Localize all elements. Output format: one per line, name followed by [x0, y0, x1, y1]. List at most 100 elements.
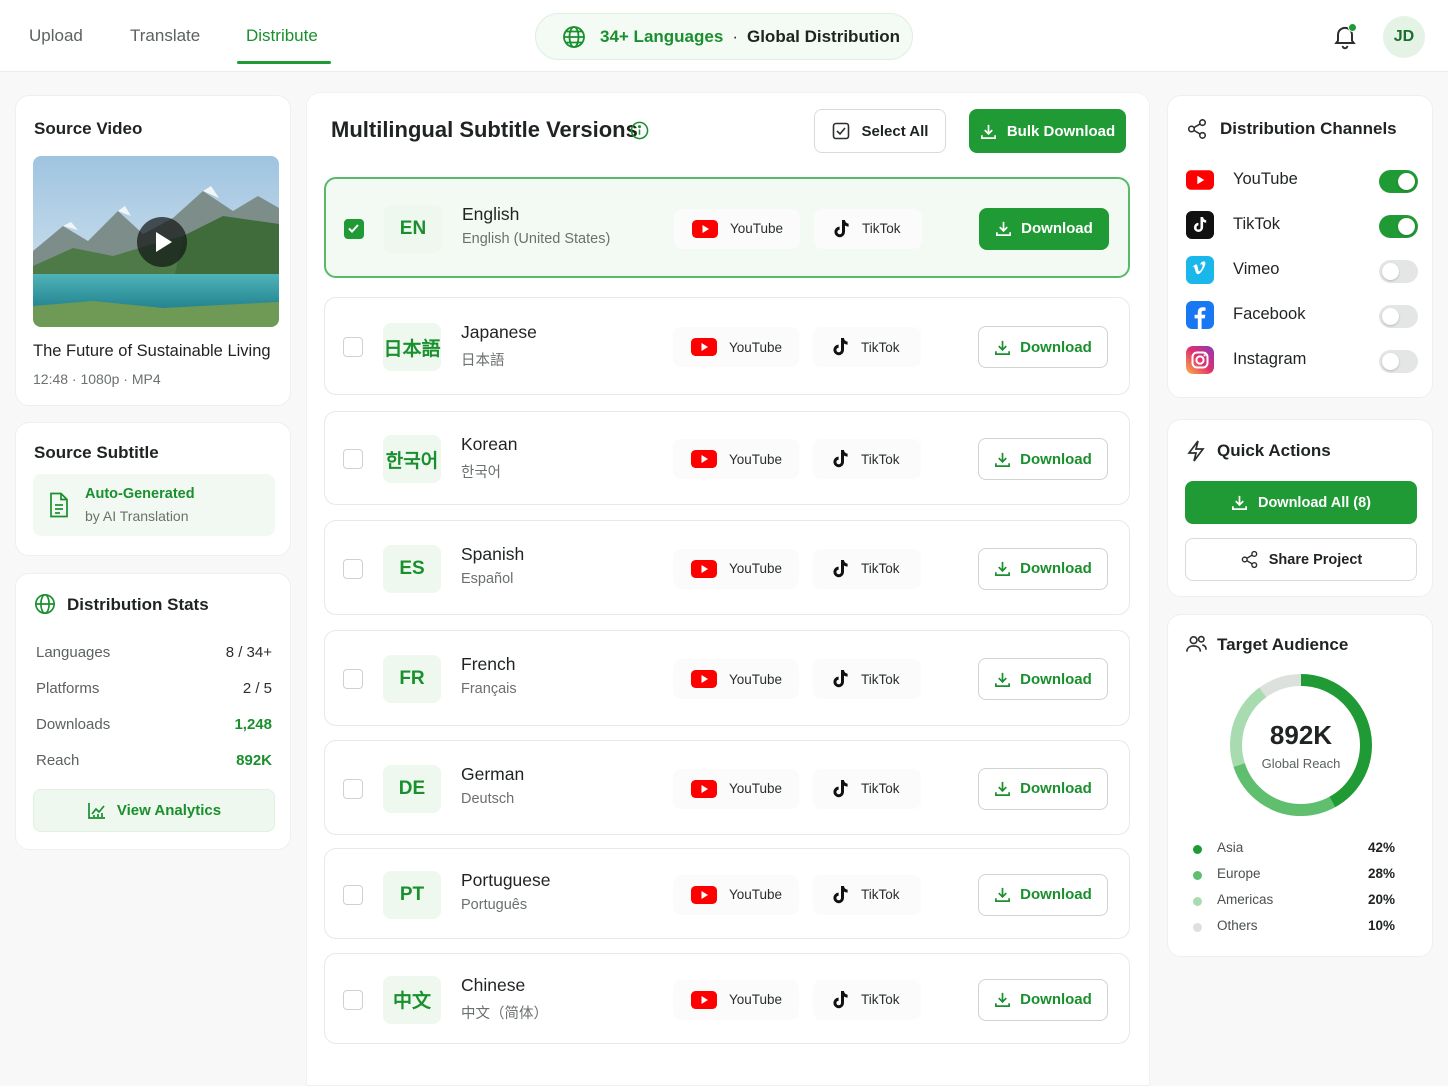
download-label: Download: [1020, 886, 1092, 903]
tiktok-icon: [833, 670, 848, 688]
youtube-platform-chip[interactable]: YouTube: [673, 659, 799, 699]
download-icon: [980, 124, 996, 139]
channel-toggle[interactable]: [1379, 350, 1418, 373]
download-all-button[interactable]: Download All (8): [1185, 481, 1417, 524]
language-code-badge: FR: [383, 655, 441, 703]
youtube-platform-chip[interactable]: YouTube: [673, 874, 799, 915]
youtube-platform-chip[interactable]: YouTube: [673, 979, 799, 1020]
download-button[interactable]: Download: [979, 207, 1109, 250]
stat-value: 1,248: [234, 716, 272, 733]
language-row[interactable]: EN English English (United States) YouTube T…: [324, 177, 1130, 278]
download-button[interactable]: Download: [978, 767, 1108, 810]
download-button[interactable]: Download: [978, 658, 1108, 700]
language-native-name: 한국어: [461, 465, 502, 481]
top-bar: Upload Translate Distribute 34+ Language…: [0, 0, 1448, 72]
row-checkbox[interactable]: [343, 558, 363, 579]
platform-label: YouTube: [729, 451, 783, 467]
download-button[interactable]: Download: [978, 547, 1108, 590]
youtube-icon: [691, 338, 717, 356]
channel-toggle[interactable]: [1379, 170, 1418, 193]
tab-upload[interactable]: Upload: [29, 26, 83, 46]
row-checkbox[interactable]: [344, 218, 364, 239]
platform-label: TikTok: [861, 781, 900, 796]
tiktok-platform-chip[interactable]: TikTok: [813, 439, 921, 479]
toggle-knob: [1382, 353, 1399, 370]
channel-name: Facebook: [1233, 305, 1306, 323]
language-row[interactable]: DE German Deutsch YouTube TikTok Download: [324, 740, 1130, 835]
youtube-icon: [691, 990, 717, 1009]
row-checkbox[interactable]: [343, 884, 363, 905]
globe-icon: [563, 25, 585, 48]
subtitle-source-box[interactable]: Auto-Generated by AI Translation: [33, 474, 275, 536]
youtube-platform-chip[interactable]: YouTube: [673, 768, 799, 809]
language-name: English: [462, 203, 520, 224]
tiktok-platform-chip[interactable]: TikTok: [814, 208, 922, 249]
download-button[interactable]: Download: [978, 978, 1108, 1021]
row-checkbox[interactable]: [343, 669, 363, 689]
download-icon: [995, 452, 1011, 467]
download-icon: [996, 221, 1012, 236]
tiktok-platform-chip[interactable]: TikTok: [813, 327, 921, 367]
select-all-button[interactable]: Select All: [814, 109, 946, 153]
language-row[interactable]: 日本語 Japanese 日本語 YouTube TikTok Download: [324, 297, 1130, 395]
youtube-platform-chip[interactable]: YouTube: [674, 208, 800, 249]
download-button[interactable]: Download: [978, 438, 1108, 480]
legend-value: 20%: [1367, 892, 1395, 907]
platform-label: YouTube: [729, 992, 783, 1007]
channel-row-vimeo: Vimeo: [1186, 255, 1418, 285]
channel-toggle[interactable]: [1379, 215, 1418, 238]
toggle-knob: [1398, 218, 1415, 235]
download-button[interactable]: Download: [978, 326, 1108, 368]
avatar[interactable]: JD: [1383, 16, 1425, 58]
tiktok-platform-chip[interactable]: TikTok: [813, 659, 921, 699]
source-video-heading: Source Video: [34, 119, 143, 138]
legend-dot: [1193, 871, 1202, 880]
distribution-stats-card: Distribution Stats Languages 8 / 34+ Plat…: [15, 573, 291, 850]
channel-toggle[interactable]: [1379, 260, 1418, 283]
row-checkbox[interactable]: [343, 778, 363, 799]
youtube-icon: [691, 559, 717, 578]
row-checkbox[interactable]: [343, 989, 363, 1010]
tiktok-platform-chip[interactable]: TikTok: [813, 874, 921, 915]
download-label: Download: [1020, 338, 1092, 356]
language-row[interactable]: FR French Français YouTube TikTok Download: [324, 630, 1130, 726]
global-distribution-label: Global Distribution: [746, 26, 900, 46]
share-project-button[interactable]: Share Project: [1185, 538, 1417, 581]
legend-label: Europe: [1217, 866, 1261, 881]
video-thumbnail[interactable]: [33, 156, 279, 327]
download-icon: [1232, 495, 1247, 510]
channel-toggle[interactable]: [1379, 305, 1418, 328]
bulk-download-button[interactable]: Bulk Download: [969, 109, 1126, 153]
row-checkbox[interactable]: [343, 449, 363, 469]
download-icon: [995, 887, 1011, 902]
language-row[interactable]: 한국어 Korean 한국어 YouTube TikTok Download: [324, 411, 1130, 505]
check-icon: [348, 223, 359, 233]
tab-translate[interactable]: Translate: [130, 26, 200, 46]
pill-separator: ·: [732, 26, 738, 46]
view-analytics-button[interactable]: View Analytics: [33, 789, 275, 832]
platform-label: YouTube: [729, 671, 783, 687]
download-icon: [995, 561, 1011, 576]
language-name: Chinese: [461, 974, 526, 995]
language-row[interactable]: ES Spanish Español YouTube TikTok Download: [324, 520, 1130, 615]
youtube-icon: [691, 779, 717, 798]
language-row[interactable]: 中文 Chinese 中文（简体） YouTube TikTok Download: [324, 953, 1130, 1044]
youtube-platform-chip[interactable]: YouTube: [673, 548, 799, 589]
youtube-icon: [691, 670, 717, 688]
tiktok-platform-chip[interactable]: TikTok: [813, 548, 921, 589]
youtube-platform-chip[interactable]: YouTube: [673, 439, 799, 479]
tiktok-platform-chip[interactable]: TikTok: [813, 768, 921, 809]
channel-row-tiktok: TikTok: [1186, 210, 1418, 240]
download-label: Download: [1020, 450, 1092, 468]
platform-label: YouTube: [729, 561, 783, 576]
language-row[interactable]: PT Portuguese Português YouTube TikTok Downlo…: [324, 848, 1130, 939]
tiktok-platform-chip[interactable]: TikTok: [813, 979, 921, 1020]
play-button[interactable]: [137, 217, 187, 267]
info-icon[interactable]: [630, 121, 649, 140]
row-checkbox[interactable]: [343, 337, 363, 357]
download-button[interactable]: Download: [978, 873, 1108, 916]
youtube-platform-chip[interactable]: YouTube: [673, 327, 799, 367]
channel-row-facebook: Facebook: [1186, 300, 1418, 330]
tab-distribute[interactable]: Distribute: [246, 26, 318, 46]
share-project-label: Share Project: [1268, 551, 1363, 568]
